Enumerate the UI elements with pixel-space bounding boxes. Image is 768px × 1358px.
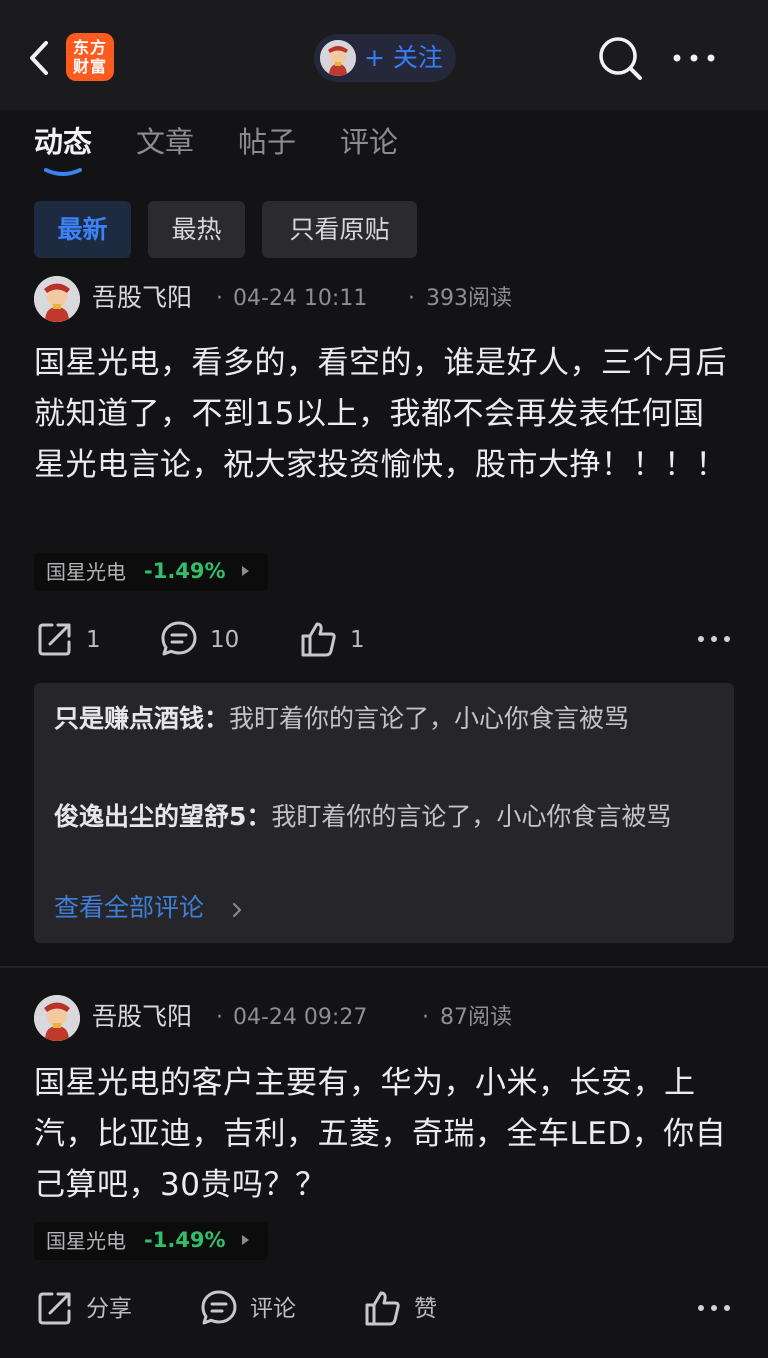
like-label: 赞: [414, 1296, 437, 1322]
like-button[interactable]: 赞: [364, 1289, 454, 1329]
post-more-icon[interactable]: [696, 629, 732, 649]
comment-colon: ：: [246, 802, 272, 831]
stock-change: -1.49%: [144, 559, 226, 583]
comment-item[interactable]: 只是赚点酒钱：我盯着你的言论了，小心你食言被骂: [54, 699, 718, 739]
stock-change: -1.49%: [144, 1228, 226, 1252]
stock-tag[interactable]: 国星光电 -1.49%: [34, 553, 268, 591]
comment-icon: [201, 1290, 237, 1325]
read-count: 87阅读: [440, 1005, 512, 1030]
filter-original-only[interactable]: 只看原贴: [262, 201, 417, 258]
logo-line-2: 财富: [72, 57, 107, 76]
play-arrow-icon: [242, 1235, 249, 1245]
comment-count: 10: [210, 627, 240, 653]
share-button[interactable]: 1: [36, 620, 116, 660]
comment-text: 我盯着你的言论了，小心你食言被骂: [271, 802, 672, 831]
stock-tag[interactable]: 国星光电 -1.49%: [34, 1222, 268, 1260]
app-logo[interactable]: 东方 财富: [66, 33, 114, 81]
share-button[interactable]: 分享: [36, 1289, 146, 1329]
more-options-icon[interactable]: [670, 40, 718, 76]
thumbs-up-icon: [301, 622, 336, 657]
post-time: 04-24 09:27: [233, 1005, 368, 1030]
post-header: 吾股飞阳 · 04-24 10:11 · 393阅读: [34, 276, 734, 324]
commenter-name[interactable]: 只是赚点酒钱: [54, 704, 204, 733]
active-tab-indicator: [44, 168, 82, 176]
follow-label: + 关注: [364, 43, 443, 72]
meta-dot: ·: [216, 1005, 223, 1030]
stock-name: 国星光电: [46, 1229, 126, 1253]
like-count: 1: [350, 627, 365, 653]
comments-preview: 只是赚点酒钱：我盯着你的言论了，小心你食言被骂 俊逸出尘的望舒5：我盯着你的言论…: [34, 683, 734, 943]
follow-button[interactable]: + 关注: [314, 34, 456, 82]
post-more-icon[interactable]: [696, 1298, 732, 1318]
commenter-name[interactable]: 俊逸出尘的望舒5: [54, 802, 246, 831]
post-content[interactable]: 国星光电的客户主要有，华为，小米，长安，上汽，比亚迪，吉利，五菱，奇瑞，全车LE…: [34, 1058, 734, 1211]
author-avatar: [320, 40, 356, 76]
share-label: 分享: [86, 1296, 132, 1322]
filter-hottest[interactable]: 最热: [148, 201, 245, 258]
meta-dot: ·: [216, 286, 223, 311]
author-name[interactable]: 吾股飞阳: [92, 1001, 192, 1033]
top-nav-bar: 东方 财富 + 关注: [0, 0, 768, 110]
avatar[interactable]: [34, 995, 80, 1041]
share-icon: [38, 1292, 71, 1325]
author-name[interactable]: 吾股飞阳: [92, 282, 192, 314]
post-content[interactable]: 国星光电，看多的，看空的，谁是好人，三个月后就知道了，不到15以上，我都不会再发…: [34, 338, 734, 491]
stock-name: 国星光电: [46, 560, 126, 584]
back-arrow-icon[interactable]: [24, 38, 58, 78]
tab-comments[interactable]: 评论: [340, 124, 398, 160]
comment-button[interactable]: 10: [160, 620, 260, 660]
play-arrow-icon: [242, 566, 249, 576]
comment-item[interactable]: 俊逸出尘的望舒5：我盯着你的言论了，小心你食言被骂: [54, 797, 718, 837]
like-button[interactable]: 1: [300, 620, 380, 660]
meta-dot: ·: [408, 286, 415, 311]
chevron-right-icon: [233, 903, 242, 917]
comment-label: 评论: [250, 1296, 296, 1322]
read-count: 393阅读: [426, 286, 512, 311]
tab-dynamics[interactable]: 动态: [34, 124, 92, 160]
view-all-comments-link[interactable]: 查看全部评论: [54, 891, 204, 925]
comment-icon: [161, 621, 197, 656]
tab-posts[interactable]: 帖子: [238, 124, 296, 160]
comment-colon: ：: [204, 704, 230, 733]
comment-button[interactable]: 评论: [200, 1289, 310, 1329]
comment-text: 我盯着你的言论了，小心你食言被骂: [229, 704, 630, 733]
content-tabs: 动态 文章 帖子 评论: [0, 110, 768, 186]
post-divider: [0, 966, 768, 968]
avatar[interactable]: [34, 276, 80, 322]
post-header: 吾股飞阳 · 04-24 09:27 · 87阅读: [34, 995, 734, 1043]
thumbs-up-icon: [365, 1291, 400, 1326]
share-count: 1: [86, 627, 101, 653]
meta-dot: ·: [422, 1005, 429, 1030]
filter-latest[interactable]: 最新: [34, 201, 131, 258]
search-icon[interactable]: [596, 34, 644, 82]
tab-articles[interactable]: 文章: [136, 124, 194, 160]
logo-line-1: 东方: [72, 38, 107, 57]
post-time: 04-24 10:11: [233, 286, 368, 311]
share-icon: [38, 623, 71, 656]
